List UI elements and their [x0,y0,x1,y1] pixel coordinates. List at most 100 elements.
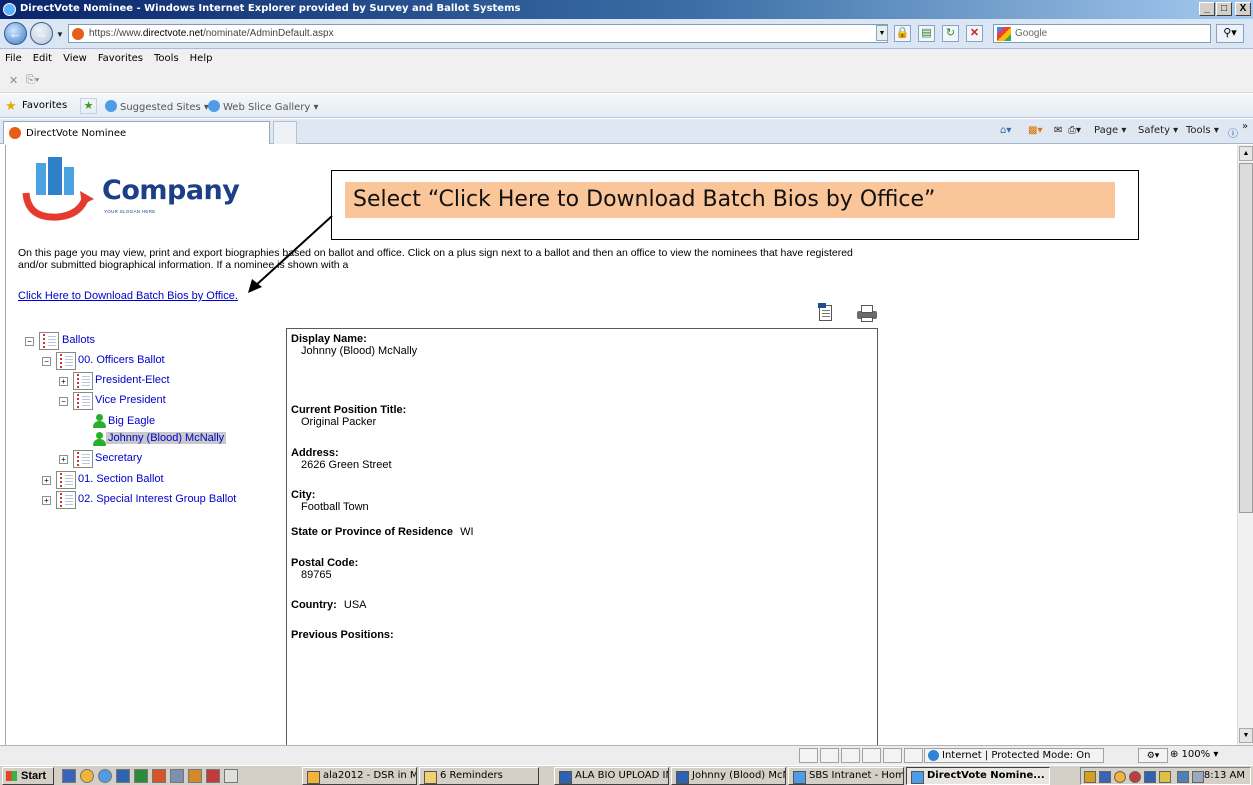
tray-icon[interactable] [1129,771,1141,783]
ie-icon[interactable] [98,769,112,783]
suggested-sites-link[interactable]: Suggested Sites ▾ [105,100,209,113]
chevron-right-icon[interactable]: » [1242,121,1248,132]
feeds-icon[interactable]: ▩▾ [1028,125,1042,136]
tree-label-ballots[interactable]: Ballots [62,334,95,346]
tree-label-section-ballot[interactable]: 01. Section Ballot [78,473,164,485]
search-field[interactable]: Google [993,24,1211,43]
volume-icon[interactable] [1099,771,1111,783]
maximize-button[interactable]: □ [1216,2,1232,16]
tray-icon[interactable] [1144,771,1156,783]
url-field[interactable]: https://www.directvote.net/nominate/Admi… [68,24,888,43]
collapse-icon[interactable]: − [59,397,68,406]
collapse-icon[interactable]: − [42,357,51,366]
menu-favorites[interactable]: Favorites [93,49,149,64]
menu-file[interactable]: File [0,49,28,64]
taskbar-button-reminders[interactable]: 6 Reminders [419,767,539,785]
refresh-icon[interactable]: ↻ [942,25,959,42]
safety-menu[interactable]: Safety ▾ [1138,125,1178,136]
taskbar-button-johnny[interactable]: Johnny (Blood) McNal... [671,767,786,785]
new-tab-button[interactable] [273,121,297,144]
web-slice-gallery-link[interactable]: Web Slice Gallery ▾ [208,100,319,113]
taskbar-button-ala-bio[interactable]: ALA BIO UPLOAD INS... [554,767,669,785]
tree-label-special-interest-ballot[interactable]: 02. Special Interest Group Ballot [78,493,236,505]
speaker-icon[interactable] [1192,771,1204,783]
close-icon[interactable]: ✕ [9,74,18,87]
excel-icon[interactable] [134,769,148,783]
help-icon[interactable]: ⓘ [1228,125,1238,140]
tree-label-big-eagle[interactable]: Big Eagle [108,415,155,427]
network-icon[interactable] [1177,771,1189,783]
taskbar-button-sbs-intranet[interactable]: SBS Intranet - Home ... [788,767,904,785]
recent-pages-dropdown[interactable]: ▼ [56,30,64,39]
protected-mode-icon[interactable]: ⚙▾ [1138,748,1168,763]
tree-label-president-elect[interactable]: President-Elect [95,374,170,386]
minimize-button[interactable]: _ [1199,2,1215,16]
menu-view[interactable]: View [58,49,93,64]
media-icon[interactable] [188,769,202,783]
menu-edit[interactable]: Edit [28,49,58,64]
outlook-icon[interactable] [80,769,94,783]
detail-display-name: Display Name: Johnny (Blood) McNally [291,333,417,357]
vertical-scrollbar[interactable]: ▲ ▼ [1237,145,1253,745]
word-icon[interactable] [116,769,130,783]
window-titlebar[interactable]: DirectVote Nominee - Windows Internet Ex… [0,0,1253,19]
tree-label-officers-ballot[interactable]: 00. Officers Ballot [78,354,165,366]
scroll-thumb[interactable] [1239,163,1253,513]
scroll-down-icon[interactable]: ▼ [1239,728,1253,743]
menu-tools[interactable]: Tools [149,49,185,64]
display-name-value: Johnny (Blood) McNally [301,345,418,357]
start-button[interactable]: Start [2,767,54,785]
zoom-level[interactable]: ⊕ 100% ▾ [1170,748,1244,763]
stop-icon[interactable]: ✕ [966,25,983,42]
clipboard-icon[interactable]: ⎘▾ [26,74,39,87]
collapse-icon[interactable]: − [25,337,34,346]
snipping-icon[interactable] [206,769,220,783]
taskbar-button-mail[interactable]: ala2012 - DSR in Mail... [302,767,417,785]
back-button[interactable]: ← [4,22,27,45]
expand-icon[interactable]: + [59,377,68,386]
url-text[interactable]: https://www.directvote.net/nominate/Admi… [89,28,334,39]
powerpoint-icon[interactable] [152,769,166,783]
page-menu[interactable]: Page ▾ [1094,125,1126,136]
close-button[interactable]: X [1235,2,1251,16]
print-icon[interactable]: ⎙▾ [1068,125,1081,136]
menu-help[interactable]: Help [185,49,219,64]
nominee-person-icon [92,432,106,447]
security-zone[interactable]: Internet | Protected Mode: On [924,748,1104,763]
tray-icon[interactable] [1114,771,1126,783]
calculator-icon[interactable] [170,769,184,783]
tab-directvote[interactable]: DirectVote Nominee [3,121,270,144]
expand-icon[interactable]: + [42,496,51,505]
add-favorite-icon[interactable]: ★ [80,98,97,114]
favorites-bar: ★ Favorites ★ Suggested Sites ▾ Web Slic… [0,94,1253,118]
tree-label-johnny-mcnally[interactable]: Johnny (Blood) McNally [106,432,227,444]
taskbar-button-directvote[interactable]: DirectVote Nomine... [906,767,1050,785]
search-button[interactable]: ⚲▾ [1216,24,1244,43]
lock-icon[interactable]: 🔒 [894,25,911,42]
expand-icon[interactable]: + [42,476,51,485]
tree-label-vice-president[interactable]: Vice President [95,394,166,406]
tray-icon[interactable] [1159,771,1171,783]
mail-icon[interactable]: ✉ [1054,125,1062,136]
pdf-icon[interactable] [224,769,238,783]
office-doc-icon [73,372,93,390]
forward-button[interactable]: → [30,22,53,45]
show-desktop-icon[interactable] [62,769,76,783]
printer-output [861,317,873,322]
favorites-star-icon[interactable]: ★ [5,99,17,112]
expand-icon[interactable]: + [59,455,68,464]
clock[interactable]: 8:13 AM [1204,770,1245,781]
print-icon[interactable] [857,305,877,322]
tree-label-secretary[interactable]: Secretary [95,452,142,464]
url-dropdown-icon[interactable]: ▼ [876,25,888,41]
site-favicon-icon [9,127,21,139]
tools-menu[interactable]: Tools ▾ [1186,125,1219,136]
tray-icon[interactable] [1084,771,1096,783]
download-batch-bios-link[interactable]: Click Here to Download Batch Bios by Off… [18,290,238,302]
scroll-up-icon[interactable]: ▲ [1239,146,1253,161]
favorites-button[interactable]: Favorites [22,100,67,111]
export-icon[interactable] [818,303,832,321]
status-cell [799,748,818,763]
compatibility-view-icon[interactable]: ▤ [918,25,935,42]
home-icon[interactable]: ⌂▾ [1000,125,1011,136]
